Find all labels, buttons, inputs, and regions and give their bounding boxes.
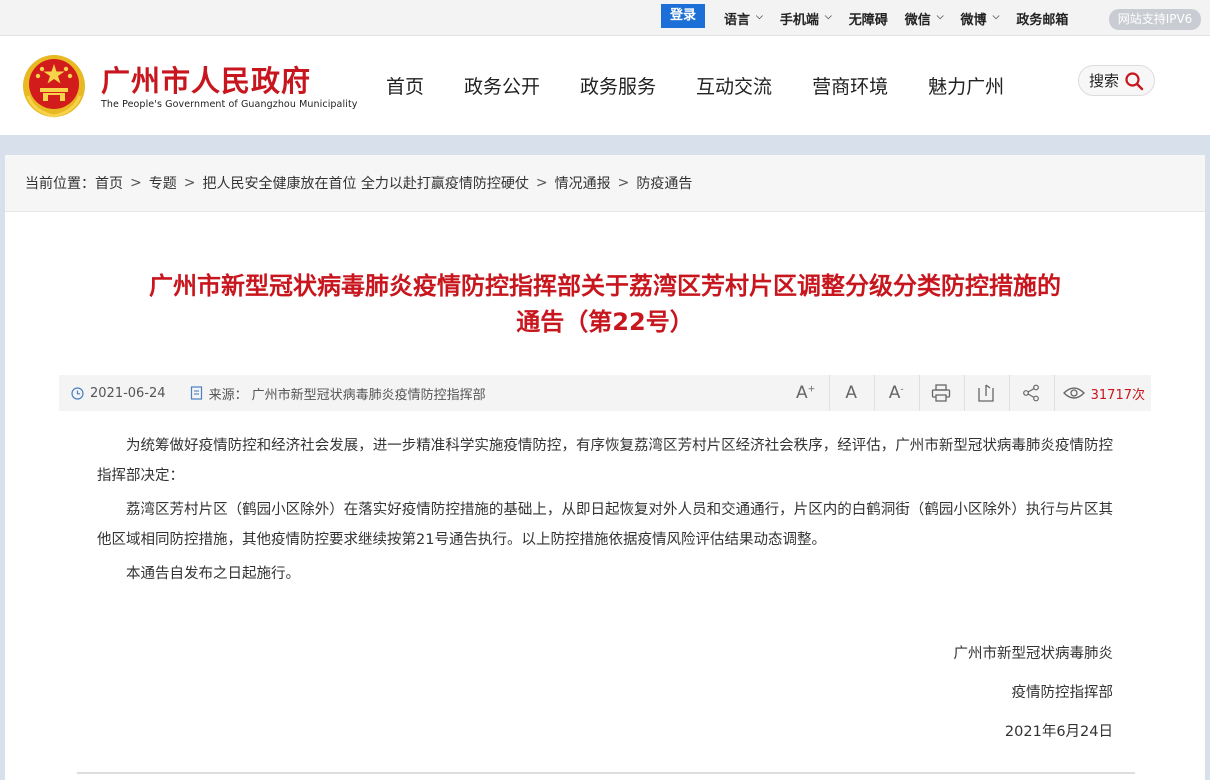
bookmark-icon <box>978 384 994 402</box>
breadcrumb-item-notice[interactable]: 防疫通告 <box>636 173 692 193</box>
ipv6-badge: 网站支持IPV6 <box>1109 9 1201 30</box>
top-utility-bar: 登录 语言 ⌵ 手机端 ⌵ 无障碍 微信 ⌵ 微博 ⌵ 政务邮箱 网站支持IPV… <box>0 0 1210 36</box>
article-body: 为统筹做好疫情防控和经济社会发展，进一步精准科学实施疫情防控，有序恢复荔湾区芳村… <box>97 431 1113 593</box>
breadcrumb-separator: > <box>183 175 196 191</box>
search-label: 搜索 <box>1088 72 1119 90</box>
share-button[interactable] <box>1008 375 1054 411</box>
breadcrumb-item-campaign[interactable]: 把人民安全健康放在首位 全力以赴打赢疫情防控硬仗 <box>202 173 528 193</box>
breadcrumb-separator: > <box>617 175 630 191</box>
font-reset-icon: A <box>845 383 857 403</box>
clock-icon <box>71 386 84 400</box>
site-header: 广州市人民政府 The People's Government of Guang… <box>0 36 1210 135</box>
article-meta-bar: 2021-06-24 来源： 广州市新型冠状病毒肺炎疫情防控指挥部 A+ A A… <box>59 375 1151 411</box>
top-link-label: 手机端 <box>779 12 819 28</box>
article-paragraph: 荔湾区芳村片区（鹤园小区除外）在落实好疫情防控措施的基础上，从即日起恢复对外人员… <box>97 502 1113 548</box>
breadcrumb-separator: > <box>535 175 548 191</box>
top-link-language[interactable]: 语言 ⌵ <box>724 9 763 28</box>
breadcrumb: 当前位置： 首页 > 专题 > 把人民安全健康放在首位 全力以赴打赢疫情防控硬仗… <box>5 155 1205 212</box>
bookmark-button[interactable] <box>963 375 1009 411</box>
nav-item-gov-services[interactable]: 政务服务 <box>580 72 656 99</box>
breadcrumb-item-report[interactable]: 情况通报 <box>555 173 611 193</box>
national-emblem-logo[interactable] <box>20 50 88 120</box>
top-link-label: 微博 <box>960 12 987 28</box>
font-decrease-button[interactable]: A- <box>873 375 919 411</box>
share-icon <box>1023 384 1040 402</box>
nav-item-charm[interactable]: 魅力广州 <box>928 72 1004 99</box>
article-title-line2: 通告（第22号） <box>516 308 694 336</box>
article-tools: A+ A A- 31717次 <box>784 375 1145 411</box>
signature-line1: 广州市新型冠状病毒肺炎 <box>953 646 1114 662</box>
top-link-label: 语言 <box>724 12 751 28</box>
top-link-gov-mail[interactable]: 政务邮箱 <box>1016 9 1068 28</box>
source-label: 来源： <box>208 387 248 403</box>
article-source: 来源： 广州市新型冠状病毒肺炎疫情防控指挥部 <box>190 384 486 403</box>
search-button[interactable]: 搜索 <box>1078 65 1155 96</box>
nav-item-home[interactable]: 首页 <box>386 72 424 99</box>
publish-date-value: 2021-06-24 <box>90 385 166 401</box>
nav-item-business[interactable]: 营商环境 <box>812 72 888 99</box>
article-container: 当前位置： 首页 > 专题 > 把人民安全健康放在首位 全力以赴打赢疫情防控硬仗… <box>5 155 1205 780</box>
chevron-down-icon: ⌵ <box>936 12 944 22</box>
top-link-accessibility[interactable]: 无障碍 <box>849 9 888 28</box>
chevron-down-icon: ⌵ <box>824 12 832 22</box>
publish-date: 2021-06-24 <box>71 386 166 401</box>
article-title: 广州市新型冠状病毒肺炎疫情防控指挥部关于荔湾区芳村片区调整分级分类防控措施的 通… <box>65 268 1145 340</box>
eye-icon <box>1062 387 1085 399</box>
font-decrease-icon: A- <box>888 383 904 403</box>
nav-item-interaction[interactable]: 互动交流 <box>696 72 772 99</box>
login-button[interactable]: 登录 <box>661 4 705 28</box>
article-paragraph: 本通告自发布之日起施行。 <box>126 566 300 582</box>
view-count-value: 31717次 <box>1090 387 1145 403</box>
source-value: 广州市新型冠状病毒肺炎疫情防控指挥部 <box>251 387 486 403</box>
breadcrumb-item-home[interactable]: 首页 <box>95 173 123 193</box>
font-reset-button[interactable]: A <box>828 375 874 411</box>
breadcrumb-separator: > <box>130 175 142 191</box>
top-link-label: 无障碍 <box>848 12 888 28</box>
font-increase-button[interactable]: A+ <box>784 375 829 411</box>
print-button[interactable] <box>918 375 964 411</box>
top-link-weibo[interactable]: 微博 ⌵ <box>961 9 1000 28</box>
signature-line2: 疫情防控指挥部 <box>1011 685 1114 701</box>
nav-item-gov-affairs[interactable]: 政务公开 <box>464 72 540 99</box>
view-count: 31717次 <box>1053 375 1145 411</box>
article-paragraph: 为统筹做好疫情防控和经济社会发展，进一步精准科学实施疫情防控，有序恢复荔湾区芳村… <box>97 438 1113 484</box>
site-title[interactable]: 广州市人民政府 <box>101 58 311 100</box>
top-link-label: 微信 <box>904 12 931 28</box>
top-link-label: 政务邮箱 <box>1016 12 1069 28</box>
breadcrumb-prefix: 当前位置： <box>25 176 95 192</box>
article-title-line1: 广州市新型冠状病毒肺炎疫情防控指挥部关于荔湾区芳村片区调整分级分类防控措施的 <box>149 272 1061 300</box>
divider <box>77 772 1135 774</box>
top-link-mobile[interactable]: 手机端 ⌵ <box>780 9 832 28</box>
signature-date: 2021年6月24日 <box>1004 724 1113 740</box>
top-link-wechat[interactable]: 微信 ⌵ <box>905 9 944 28</box>
chevron-down-icon: ⌵ <box>756 12 763 22</box>
document-icon <box>190 386 203 400</box>
print-icon <box>931 384 951 402</box>
chevron-down-icon: ⌵ <box>992 12 1000 22</box>
search-icon <box>1125 71 1144 90</box>
breadcrumb-item-topic[interactable]: 专题 <box>149 173 177 193</box>
site-subtitle: The People's Government of Guangzhou Mun… <box>101 99 358 110</box>
font-increase-icon: A+ <box>796 383 816 403</box>
top-links: 语言 ⌵ 手机端 ⌵ 无障碍 微信 ⌵ 微博 ⌵ 政务邮箱 <box>724 0 1085 36</box>
main-nav: 首页 政务公开 政务服务 互动交流 营商环境 魅力广州 <box>366 36 1024 135</box>
